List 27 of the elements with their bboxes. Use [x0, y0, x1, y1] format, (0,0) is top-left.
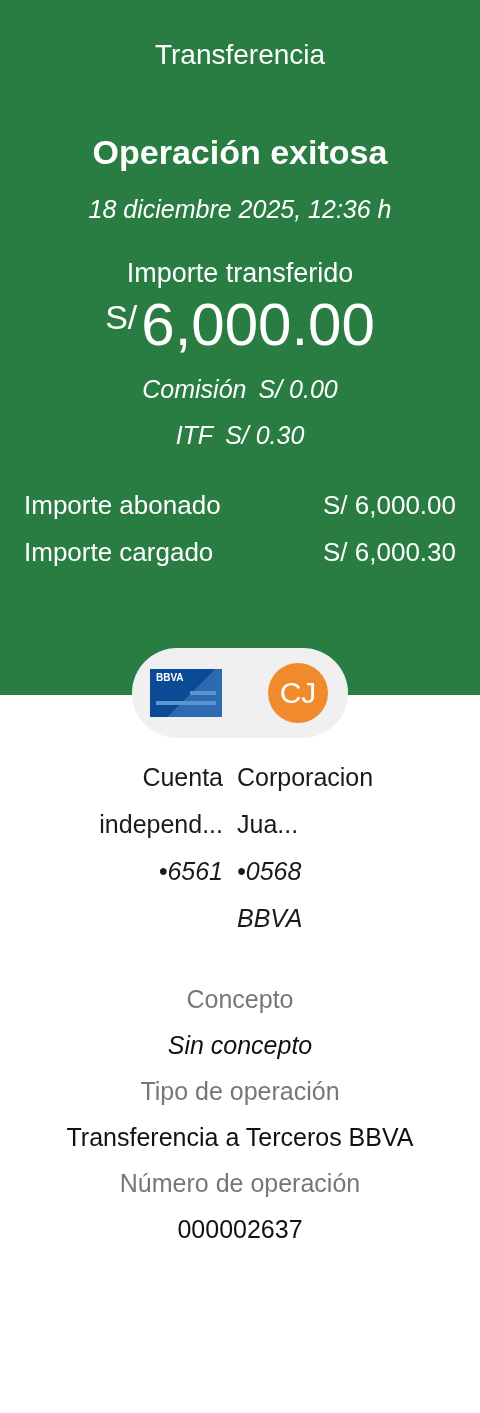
fee-label: ITF: [175, 420, 214, 451]
status-heading: Operación exitosa: [91, 132, 389, 172]
detail-value: Sin concepto: [166, 1030, 314, 1061]
amount-label: Importe transferido: [125, 257, 355, 290]
bank-name: BBVA: [237, 903, 304, 934]
date-time: 18 diciembre 2025, 12:36 h: [87, 194, 393, 225]
detail-label: Concepto: [185, 984, 295, 1015]
detail-label: Número de operación: [118, 1168, 362, 1199]
account-name: Cuenta independ...: [98, 762, 223, 840]
total-label: Importe cargado: [24, 536, 214, 569]
detail-label: Tipo de operación: [139, 1076, 341, 1107]
fee-label: Comisión: [142, 374, 247, 405]
total-value: S/ 6,000.30: [323, 536, 456, 569]
fee-value: S/ 0.30: [225, 420, 305, 451]
detail-value: Transferencia a Terceros BBVA: [65, 1122, 415, 1153]
currency-symbol: S/: [105, 298, 138, 337]
detail-value: 000002637: [176, 1214, 304, 1245]
account-name: Corporacion Jua...: [237, 762, 375, 840]
bank-logo: BBVA: [156, 672, 184, 683]
screen-title: Transferencia: [153, 38, 327, 72]
avatar: CJ: [268, 663, 328, 723]
amount-value: 6,000.00: [141, 290, 375, 360]
account-number: •6561: [157, 856, 223, 887]
total-label: Importe abonado: [24, 489, 221, 522]
account-number: •0568: [237, 856, 303, 887]
total-value: S/ 6,000.00: [323, 489, 456, 522]
fee-value: S/ 0.00: [258, 374, 338, 405]
